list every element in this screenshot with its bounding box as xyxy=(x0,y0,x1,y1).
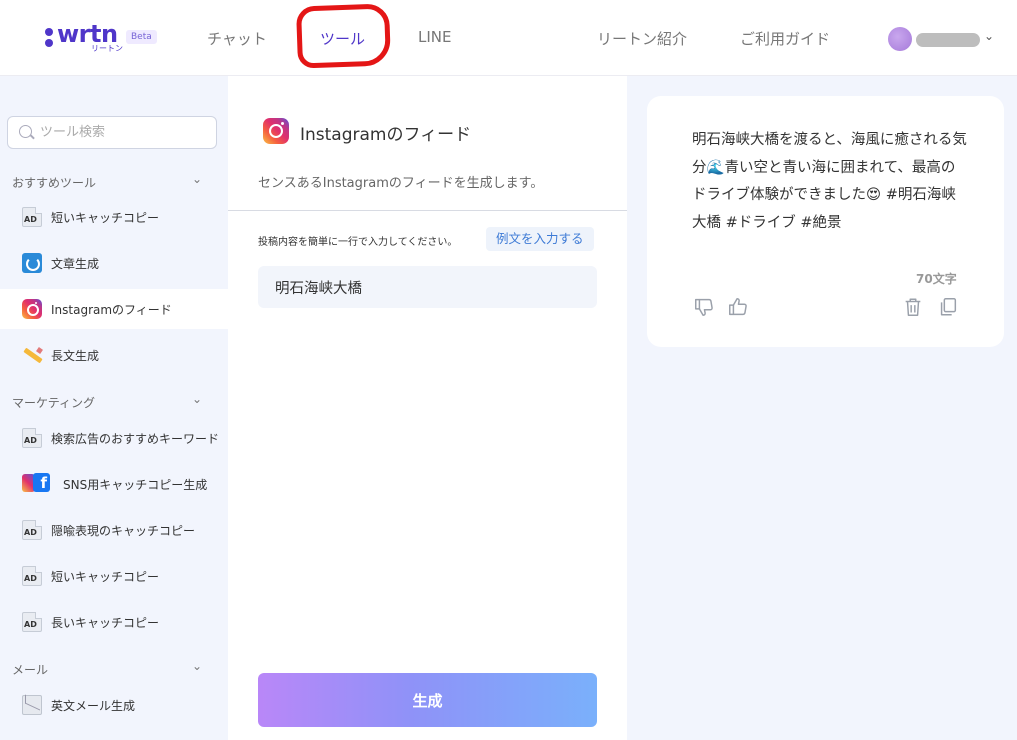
divider xyxy=(228,210,627,211)
facebook-icon: f xyxy=(33,473,50,492)
chevron-down-icon: ⌄ xyxy=(192,659,203,673)
sidebar-item-label: 短いキャッチコピー xyxy=(51,211,160,225)
sidebar-item-short-catchcopy[interactable]: 短いキャッチコピー xyxy=(0,197,228,237)
sidebar-item-instagram-feed[interactable]: Instagramのフィード xyxy=(0,289,228,329)
chevron-down-icon: ⌄ xyxy=(192,392,203,406)
chevron-down-icon: ⌄ xyxy=(984,29,995,43)
wrtn-logo[interactable]: wrtn リートン Beta xyxy=(45,20,157,56)
sidebar-item-label: Instagramのフィード xyxy=(51,303,172,317)
sidebar-item-label: 短いキャッチコピー xyxy=(51,570,160,584)
ad-icon xyxy=(22,520,42,540)
ad-icon xyxy=(22,612,42,632)
sidebar: おすすめツール ⌄ 短いキャッチコピー 文章生成 Instagramのフィード … xyxy=(0,76,228,740)
search-input[interactable] xyxy=(40,117,210,148)
instagram-icon xyxy=(22,299,42,319)
char-count: 70文字 xyxy=(916,272,957,286)
red-annotation-circle xyxy=(295,3,392,69)
nav-guide[interactable]: ご利用ガイド xyxy=(740,28,830,49)
tool-search[interactable] xyxy=(7,116,217,149)
instagram-icon xyxy=(263,118,289,144)
mail-icon xyxy=(22,695,42,715)
sidebar-item-label: 長文生成 xyxy=(51,349,100,363)
section-recommended[interactable]: おすすめツール ⌄ xyxy=(0,170,228,194)
refresh-icon xyxy=(22,253,42,273)
ad-icon xyxy=(22,207,42,227)
ad-icon xyxy=(22,566,42,586)
nav-intro[interactable]: リートン紹介 xyxy=(597,28,687,49)
trash-icon[interactable] xyxy=(902,296,924,318)
sidebar-item-short-catchcopy-2[interactable]: 短いキャッチコピー xyxy=(0,556,228,596)
section-marketing[interactable]: マーケティング ⌄ xyxy=(0,390,228,414)
tool-description: センスあるInstagramのフィードを生成します。 xyxy=(258,176,544,191)
example-input-button[interactable]: 例文を入力する xyxy=(486,227,594,251)
copy-icon[interactable] xyxy=(937,296,959,318)
sidebar-item-sns-catchcopy[interactable]: f SNS用キャッチコピー生成 xyxy=(0,464,228,504)
sidebar-item-label: 長いキャッチコピー xyxy=(51,616,160,630)
pencil-icon xyxy=(22,345,42,365)
section-label: マーケティング xyxy=(12,396,96,410)
result-text: 明石海峡大橋を渡ると、海風に癒される気分🌊青い空と青い海に囲まれて、最高のドライ… xyxy=(692,132,967,231)
thumbs-down-icon[interactable] xyxy=(693,296,715,318)
sidebar-item-metaphor-catchcopy[interactable]: 隠喩表現のキャッチコピー xyxy=(0,510,228,550)
sidebar-item-label: 英文メール生成 xyxy=(51,699,136,713)
tool-title: Instagramのフィード xyxy=(300,125,472,145)
nav-line[interactable]: LINE xyxy=(418,28,451,46)
result-card: 明石海峡大橋を渡ると、海風に癒される気分🌊青い空と青い海に囲まれて、最高のドライ… xyxy=(647,96,1004,347)
logo-dots-icon xyxy=(45,28,53,48)
avatar xyxy=(888,27,912,51)
sidebar-item-label: 検索広告のおすすめキーワード xyxy=(51,432,220,446)
sidebar-item-text-generation[interactable]: 文章生成 xyxy=(0,243,228,283)
sidebar-item-label: 隠喩表現のキャッチコピー xyxy=(51,524,196,538)
sidebar-item-long-catchcopy[interactable]: 長いキャッチコピー xyxy=(0,602,228,642)
post-content-input[interactable] xyxy=(258,266,597,308)
user-menu[interactable]: user ⌄ xyxy=(886,26,1001,52)
sidebar-item-long-text[interactable]: 長文生成 xyxy=(0,335,228,375)
beta-badge: Beta xyxy=(126,30,157,44)
section-mail[interactable]: メール ⌄ xyxy=(0,657,228,681)
logo-subtitle: リートン xyxy=(91,44,123,53)
sidebar-item-search-ad-keywords[interactable]: 検索広告のおすすめキーワード xyxy=(0,418,228,458)
thumbs-up-icon[interactable] xyxy=(727,296,749,318)
section-label: メール xyxy=(12,663,49,677)
result-panel: 明石海峡大橋を渡ると、海風に癒される気分🌊青い空と青い海に囲まれて、最高のドライ… xyxy=(627,76,1017,740)
sidebar-item-label: SNS用キャッチコピー生成 xyxy=(63,478,208,492)
section-label: おすすめツール xyxy=(12,176,97,190)
chevron-down-icon: ⌄ xyxy=(192,172,203,186)
search-icon xyxy=(19,125,32,138)
input-label: 投稿内容を簡単に一行で入力してください。 xyxy=(258,237,458,248)
ad-icon xyxy=(22,428,42,448)
user-name-redacted: user xyxy=(916,33,980,47)
sidebar-item-label: 文章生成 xyxy=(51,257,100,271)
tool-panel: Instagramのフィード センスあるInstagramのフィードを生成します… xyxy=(228,76,627,740)
sidebar-item-english-mail[interactable]: 英文メール生成 xyxy=(0,685,228,725)
generate-button[interactable]: 生成 xyxy=(258,673,597,727)
top-header: wrtn リートン Beta チャット ツール LINE リートン紹介 ご利用ガ… xyxy=(0,0,1017,76)
nav-chat[interactable]: チャット xyxy=(207,28,267,49)
